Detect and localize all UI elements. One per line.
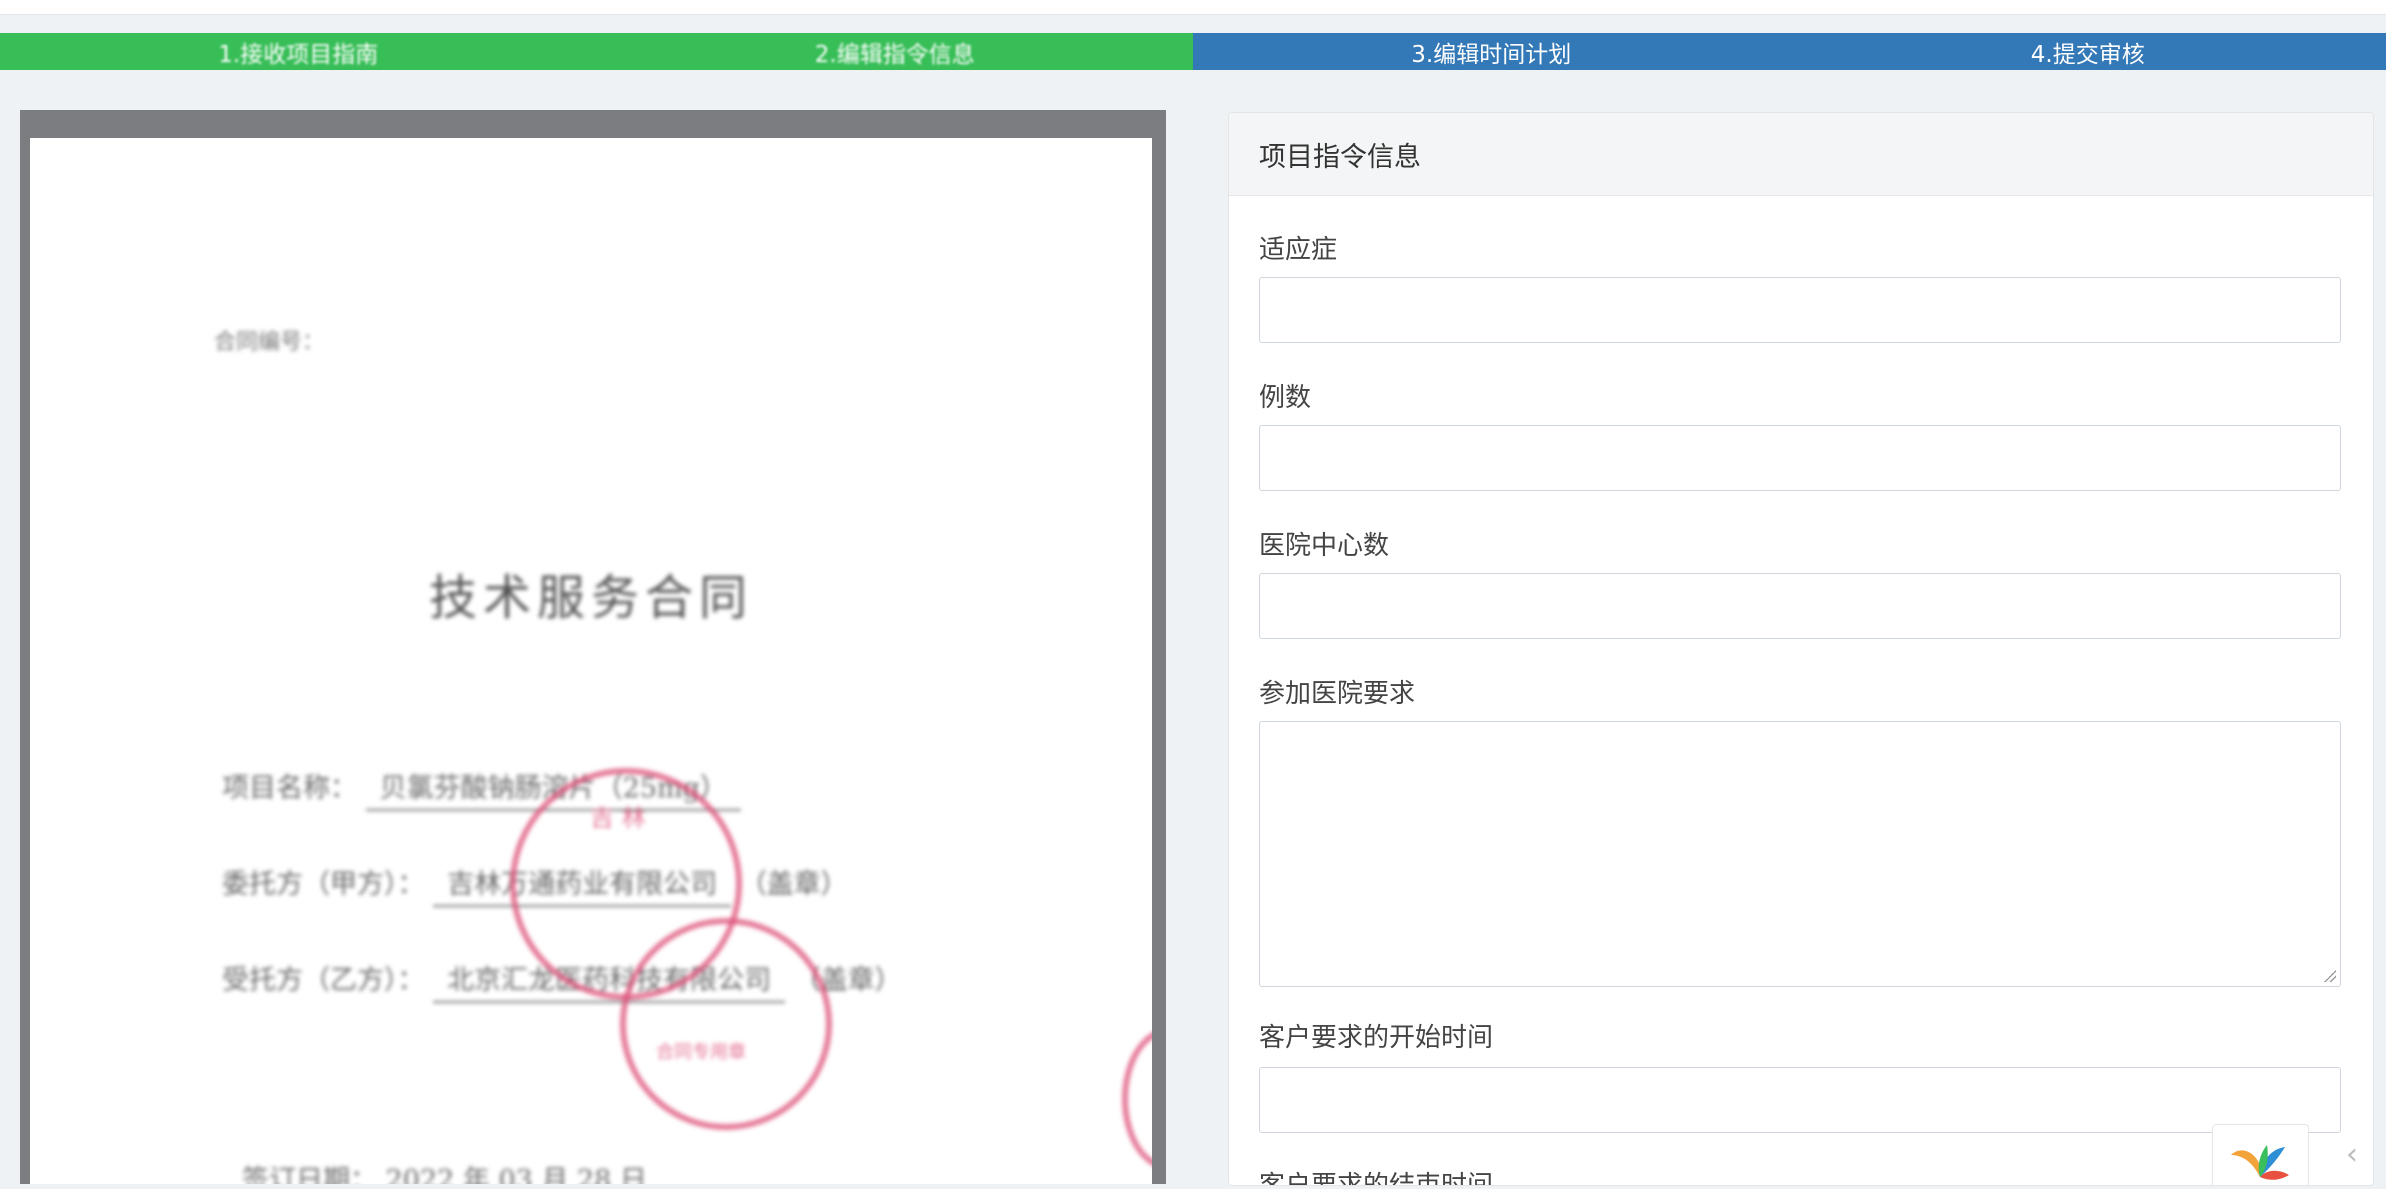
party-a-seal-note: （盖章） (740, 869, 848, 900)
resize-handle-icon[interactable] (2324, 970, 2336, 982)
step-4-label: 4.提交审核 (2031, 35, 2145, 69)
panel-title: 项目指令信息 (1229, 113, 2373, 196)
collapse-arrow-icon[interactable]: ‹ (2318, 1124, 2386, 1184)
document-title: 技术服务合同 (30, 558, 1152, 628)
pinwheel-logo-icon (2213, 1125, 2308, 1185)
seal-stamp-b (620, 918, 832, 1130)
party-b-label: 受托方（乙方）： (222, 965, 425, 996)
centers-input[interactable] (1259, 573, 2341, 639)
document-viewer[interactable]: 合同编号： 技术服务合同 项目名称： 贝氯芬酸钠肠溶片（25mg） 委托方（甲方… (20, 110, 1166, 1184)
start-time-input[interactable] (1259, 1067, 2341, 1133)
document-page: 合同编号： 技术服务合同 项目名称： 贝氯芬酸钠肠溶片（25mg） 委托方（甲方… (30, 138, 1152, 1184)
hospital-requirements-textarea[interactable] (1259, 721, 2341, 987)
indication-label: 适应症 (1259, 229, 1337, 266)
project-name-label: 项目名称： (222, 773, 357, 804)
step-3[interactable]: 3.编辑时间计划 (1193, 33, 1790, 70)
cases-label: 例数 (1259, 377, 1311, 414)
end-time-label: 客户要求的结束时间 (1259, 1165, 1493, 1186)
top-strip (0, 0, 2386, 15)
step-4[interactable]: 4.提交审核 (1790, 33, 2386, 70)
indication-input[interactable] (1259, 277, 2341, 343)
sign-date-value: 2022 年 03 月 28 日 (386, 1165, 647, 1184)
chat-widget[interactable] (2212, 1124, 2309, 1185)
seal-b-text: 合同专用章 (656, 1038, 746, 1064)
seal-a-text: 吉 林 (590, 798, 646, 833)
cases-input[interactable] (1259, 425, 2341, 491)
step-2[interactable]: 2.编辑指令信息 (597, 33, 1194, 70)
seal-stamp-edge (1122, 1028, 1152, 1170)
progress-steps: 1.接收项目指南 2.编辑指令信息 3.编辑时间计划 4.提交审核 (0, 33, 2386, 70)
start-time-label: 客户要求的开始时间 (1259, 1017, 1493, 1054)
project-instruction-panel: 项目指令信息 适应症 例数 医院中心数 参加医院要求 客户要求的开始时间 客户要… (1228, 112, 2374, 1186)
step-2-label: 2.编辑指令信息 (815, 35, 975, 69)
contract-number-label: 合同编号： (214, 324, 324, 356)
hospital-requirements-label: 参加医院要求 (1259, 673, 1415, 710)
sign-date-label: 签订日期： (242, 1165, 377, 1184)
sign-date-line: 签订日期： 2022 年 03 月 28 日 (242, 1158, 647, 1184)
centers-label: 医院中心数 (1259, 525, 1389, 562)
party-a-label: 委托方（甲方）： (222, 869, 425, 900)
step-1-label: 1.接收项目指南 (218, 35, 378, 69)
step-3-label: 3.编辑时间计划 (1411, 35, 1571, 69)
step-1[interactable]: 1.接收项目指南 (0, 33, 597, 70)
